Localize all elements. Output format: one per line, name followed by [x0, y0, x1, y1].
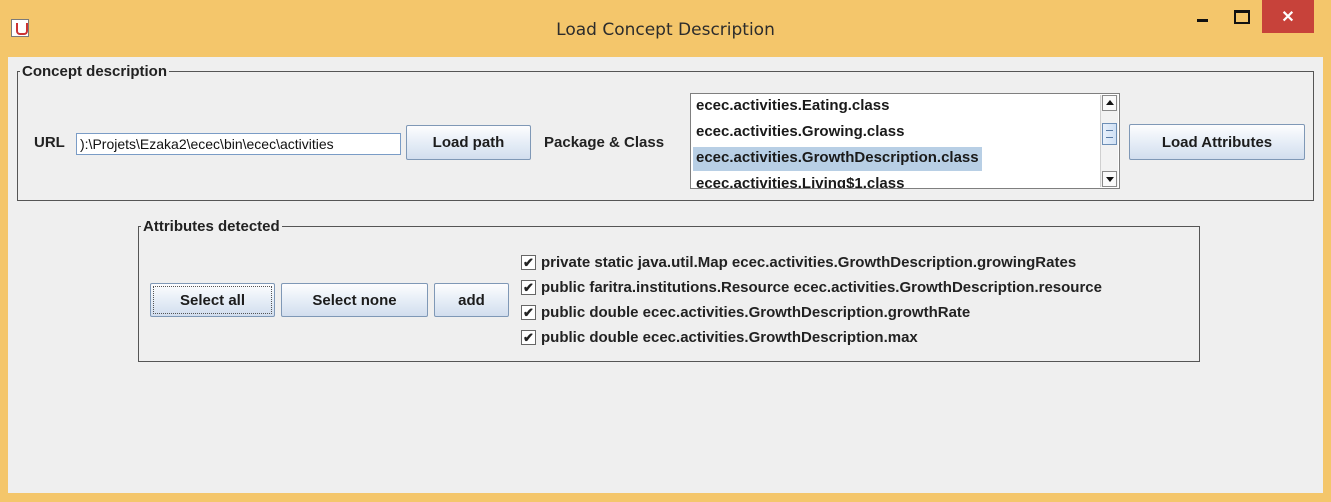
- attribute-label: private static java.util.Map ecec.activi…: [541, 253, 1077, 271]
- attribute-checkbox[interactable]: ✔: [521, 279, 536, 295]
- class-list[interactable]: ecec.activities.Eating.class ecec.activit…: [690, 93, 1120, 189]
- class-list-item[interactable]: ecec.activities.Living$1.class: [693, 173, 907, 188]
- title-bar[interactable]: Load Concept Description ✕: [0, 0, 1331, 57]
- attribute-checkbox-row[interactable]: ✔ private static java.util.Map ecec.activ…: [521, 251, 1076, 273]
- add-button[interactable]: add: [434, 283, 509, 317]
- load-attributes-button[interactable]: Load Attributes: [1129, 124, 1305, 160]
- scroll-up-icon[interactable]: [1102, 95, 1117, 111]
- attribute-label: public double ecec.activities.GrowthDesc…: [541, 303, 971, 321]
- select-all-button[interactable]: Select all: [150, 283, 275, 317]
- scroll-thumb[interactable]: [1102, 123, 1117, 145]
- load-path-button[interactable]: Load path: [406, 125, 531, 160]
- attribute-checkbox[interactable]: ✔: [521, 329, 536, 345]
- attribute-checkbox[interactable]: ✔: [521, 254, 536, 270]
- close-button[interactable]: ✕: [1262, 0, 1314, 33]
- maximize-icon: [1234, 9, 1250, 24]
- attribute-checkbox-row[interactable]: ✔ public faritra.institutions.Resource ec…: [521, 276, 1102, 298]
- select-none-button[interactable]: Select none: [281, 283, 428, 317]
- dialog-content: Concept description URL ):\Projets\Ezaka…: [8, 57, 1323, 493]
- concept-description-legend: Concept description: [22, 63, 168, 80]
- attributes-detected-legend: Attributes detected: [143, 218, 280, 235]
- attribute-checkbox-row[interactable]: ✔ public double ecec.activities.GrowthDes…: [521, 326, 918, 348]
- app-window: Load Concept Description ✕ Concept descr…: [0, 0, 1331, 502]
- class-list-item[interactable]: ecec.activities.Eating.class: [693, 95, 892, 119]
- attribute-checkbox[interactable]: ✔: [521, 304, 536, 320]
- maximize-button[interactable]: [1226, 0, 1258, 33]
- attribute-checkbox-row[interactable]: ✔ public double ecec.activities.GrowthDes…: [521, 301, 970, 323]
- window-title: Load Concept Description: [556, 20, 775, 40]
- close-icon: ✕: [1281, 8, 1295, 26]
- attribute-label: public faritra.institutions.Resource ece…: [541, 278, 1102, 296]
- minimize-icon: [1196, 19, 1208, 22]
- package-class-label: Package & Class: [544, 134, 665, 151]
- url-input[interactable]: ):\Projets\Ezaka2\ecec\bin\ecec\activiti…: [76, 133, 401, 155]
- class-list-item[interactable]: ecec.activities.GrowthDescription.class: [693, 147, 982, 171]
- scroll-down-icon[interactable]: [1102, 171, 1117, 187]
- url-label: URL: [34, 134, 65, 151]
- class-list-scrollbar[interactable]: [1100, 95, 1118, 187]
- class-list-item[interactable]: ecec.activities.Growing.class: [693, 121, 907, 145]
- attribute-label: public double ecec.activities.GrowthDesc…: [541, 328, 918, 346]
- minimize-button[interactable]: [1186, 0, 1218, 33]
